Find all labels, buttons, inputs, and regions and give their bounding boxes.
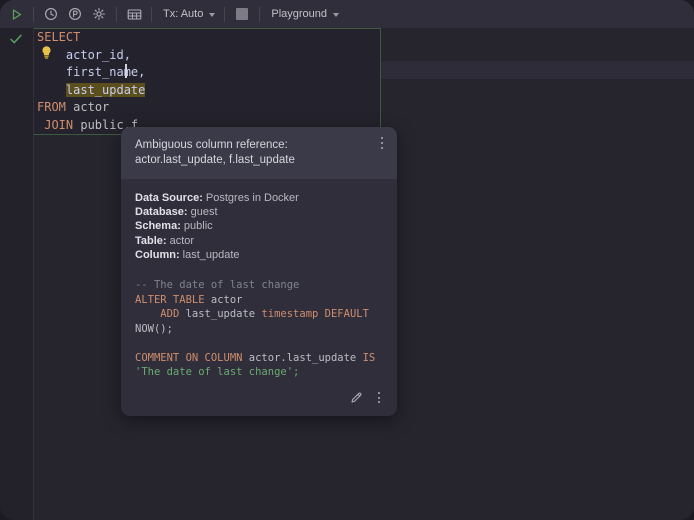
session-label: Playground [269, 8, 329, 20]
play-icon [10, 8, 23, 21]
green-check-icon[interactable] [8, 31, 24, 47]
kebab-dot [378, 401, 380, 403]
tooltip-footer [121, 386, 397, 416]
metadata-value: guest [188, 206, 218, 218]
code-line: first_name, [37, 64, 145, 82]
toolbar-divider [151, 7, 152, 22]
transaction-mode-selector[interactable]: Tx: Auto [157, 6, 219, 22]
table-grid-icon [127, 8, 142, 21]
metadata-value: actor [167, 235, 195, 247]
ddl-identifier: actor.last_update [242, 352, 362, 364]
ddl-comment: -- The date of last change [135, 279, 299, 291]
settings-button[interactable] [87, 3, 111, 25]
toolbar-divider [116, 7, 117, 22]
metadata-row: Schema: public [135, 219, 383, 233]
result-table-button[interactable] [122, 3, 146, 25]
kebab-menu-icon[interactable] [376, 136, 388, 150]
ddl-keyword: ADD [160, 308, 179, 320]
editor-gutter[interactable] [0, 28, 34, 520]
code-line: SELECT [37, 29, 145, 47]
metadata-label: Data Source: [135, 192, 203, 204]
kebab-dot [378, 397, 380, 399]
code-indent [37, 65, 66, 79]
metadata-value: Postgres in Docker [203, 192, 299, 204]
metadata-label: Table: [135, 235, 167, 247]
metadata-row: Table: actor [135, 234, 383, 248]
kebab-dot [381, 147, 383, 149]
metadata-row: Data Source: Postgres in Docker [135, 191, 383, 205]
toolbar-divider [224, 7, 225, 22]
ddl-identifier: actor [205, 294, 243, 306]
kebab-dot [381, 137, 383, 139]
gear-icon [92, 7, 106, 21]
tooltip-header: Ambiguous column reference: actor.last_u… [121, 127, 397, 179]
code-line: actor_id, [37, 47, 145, 65]
schema-selector-button[interactable] [230, 3, 254, 25]
clock-icon [44, 7, 58, 21]
metadata-value: last_update [180, 249, 240, 261]
database-square-icon [236, 8, 248, 20]
tooltip-more-menu[interactable] [373, 391, 385, 404]
documentation-tooltip[interactable]: Ambiguous column reference: actor.last_u… [121, 127, 397, 416]
ddl-identifier: last_update [179, 308, 261, 320]
metadata-value: public [181, 220, 213, 232]
tooltip-metadata: Data Source: Postgres in DockerDatabase:… [121, 179, 397, 266]
tooltip-ddl-block: -- The date of last change ALTER TABLE a… [121, 266, 397, 386]
code-token: last_update [66, 83, 145, 97]
code-token: JOIN [37, 118, 73, 132]
ddl-keyword: ALTER TABLE [135, 294, 205, 306]
ddl-keyword: IS [363, 352, 376, 364]
code-token: FROM [37, 100, 66, 114]
profile-button[interactable] [63, 3, 87, 25]
ddl-keyword: timestamp DEFAULT [261, 308, 368, 320]
metadata-row: Database: guest [135, 205, 383, 219]
code-indent [37, 83, 66, 97]
metadata-row: Column: last_update [135, 248, 383, 262]
ddl-keyword: COMMENT ON COLUMN [135, 352, 242, 364]
transaction-mode-label: Tx: Auto [161, 8, 205, 20]
code-line: last_update [37, 82, 145, 100]
metadata-label: Database: [135, 206, 188, 218]
session-selector[interactable]: Playground [265, 6, 343, 22]
metadata-label: Schema: [135, 220, 181, 232]
editor-toolbar: Tx: Auto Playground [0, 0, 694, 28]
toolbar-divider [33, 7, 34, 22]
circled-p-icon [68, 7, 82, 21]
edit-source-button[interactable] [349, 391, 363, 405]
query-history-button[interactable] [39, 3, 63, 25]
sql-code-block[interactable]: SELECT actor_id, first_name, last_update… [37, 29, 145, 134]
code-indent [37, 48, 66, 62]
code-token: actor [73, 100, 109, 114]
chevron-down-icon [333, 13, 339, 17]
code-token: actor_id, [66, 48, 131, 62]
code-token: first_name, [66, 65, 145, 79]
run-query-button[interactable] [4, 3, 28, 25]
code-token: SELECT [37, 30, 80, 44]
code-line: FROM actor [37, 99, 145, 117]
tooltip-header-text: Ambiguous column reference: actor.last_u… [135, 138, 367, 168]
kebab-dot [378, 392, 380, 394]
chevron-down-icon [209, 13, 215, 17]
sql-editor-window: Tx: Auto Playground SELECT actor_id, [0, 0, 694, 520]
text-caret [125, 64, 127, 78]
toolbar-divider [259, 7, 260, 22]
pencil-edit-icon [350, 391, 363, 404]
kebab-dot [381, 142, 383, 144]
code-editor[interactable]: SELECT actor_id, first_name, last_update… [0, 28, 694, 520]
metadata-label: Column: [135, 249, 180, 261]
